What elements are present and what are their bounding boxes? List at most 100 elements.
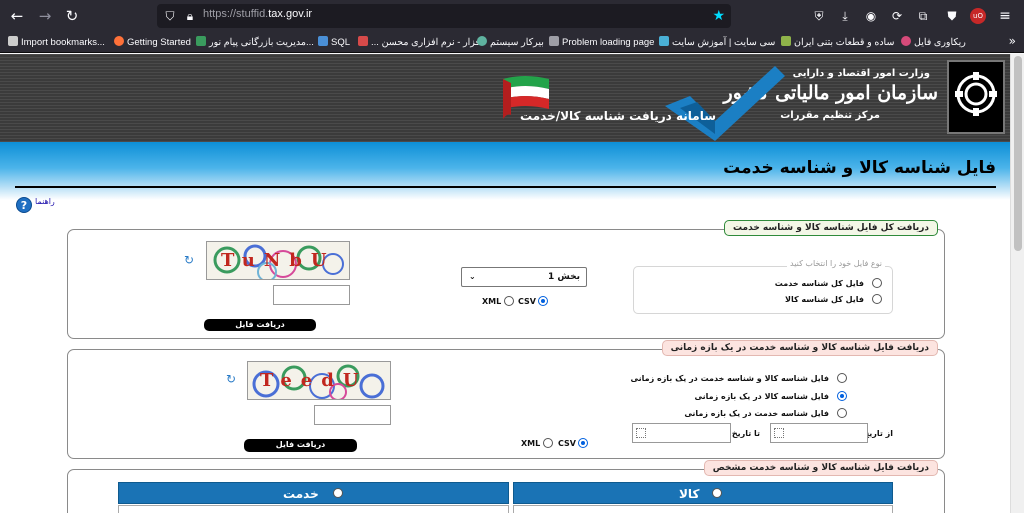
back-icon[interactable]: ← — [6, 5, 28, 27]
label-range-both: فایل شناسه کالا و شناسه خدمت در یک بازه … — [630, 374, 829, 383]
part-select-value: بخش 1 — [548, 272, 580, 282]
specific-file-legend: دریافت فایل شناسه کالا و شناسه خدمت مشخص — [703, 460, 938, 476]
tab-goods[interactable]: کالا — [513, 482, 893, 504]
page-title: فایل شناسه کالا و شناسه خدمت — [723, 158, 996, 178]
scrollbar-thumb[interactable] — [1014, 56, 1022, 251]
label-range-goods: فایل شناسه کالا در یک بازه زمانی — [694, 392, 829, 401]
lock-icon[interactable]: 🔒︎ — [181, 6, 199, 26]
bookmark-import[interactable]: Import bookmarks... — [8, 35, 105, 50]
label-xml-1: XML — [482, 297, 502, 306]
captcha-input-1[interactable] — [273, 285, 350, 305]
browser-toolbar: ← → ↻ ⛉ 🔒︎ https://stuffid.tax.gov.ir ★ … — [0, 0, 1024, 32]
bookmarks-bar: Import bookmarks... Getting Started مدیر… — [0, 32, 1024, 53]
bookmark-concrete[interactable]: ساده و قطعات بتنی ایران — [781, 35, 894, 50]
page-content: وزارت امور اقتصاد و دارایی سازمان امور م… — [0, 54, 1010, 513]
captcha-image-2: TeedU — [247, 361, 391, 400]
bookmark-sql[interactable]: SQL — [318, 35, 350, 50]
shield-icon[interactable]: ⛉ — [161, 6, 179, 26]
radio-service-tab[interactable] — [333, 488, 343, 498]
captcha-text-1: TuNbU — [221, 250, 336, 271]
radio-range-goods[interactable] — [837, 391, 847, 401]
extensions-icon[interactable]: ⧉ — [914, 7, 932, 25]
bookmark-star-icon[interactable]: ★ — [712, 6, 725, 26]
site-icon — [196, 36, 206, 46]
forward-icon[interactable]: → — [34, 5, 56, 27]
refresh-captcha-icon[interactable]: ↻ — [184, 253, 194, 267]
site-icon — [477, 36, 487, 46]
from-date-input[interactable] — [770, 423, 868, 443]
shield-extension-icon[interactable]: ⛊ — [943, 7, 961, 25]
label-csv-1: CSV — [518, 297, 536, 306]
page-icon — [549, 36, 559, 46]
site-icon — [659, 36, 669, 46]
tab-service-label: خدمت — [283, 487, 319, 501]
title-divider — [15, 186, 996, 188]
site-icon — [358, 36, 368, 46]
download-button-1[interactable]: دریافت فایل — [204, 319, 316, 331]
service-panel — [118, 505, 509, 513]
header-banner: وزارت امور اقتصاد و دارایی سازمان امور م… — [0, 54, 1010, 142]
sync-icon[interactable]: ⟳ — [888, 7, 906, 25]
radio-range-service[interactable] — [837, 408, 847, 418]
ublock-icon[interactable]: uO — [970, 8, 986, 24]
system-title: سامانه دریافت شناسه کالا/خدمت — [520, 109, 716, 123]
firefox-icon — [114, 36, 124, 46]
url-text[interactable]: https://stuffid.tax.gov.ir — [203, 8, 312, 20]
download-icon[interactable]: ⤓ — [836, 7, 854, 25]
captcha-text-2: TeedU — [260, 370, 368, 391]
radio-xml-1[interactable] — [504, 296, 514, 306]
radio-goods-tab[interactable] — [712, 488, 722, 498]
label-full-service: فایل کل شناسه خدمت — [774, 279, 864, 288]
site-icon — [901, 36, 911, 46]
emblem-icon — [955, 72, 997, 116]
radio-full-service[interactable] — [872, 278, 882, 288]
tab-service[interactable]: خدمت — [118, 482, 509, 504]
tax-org-logo — [947, 60, 1005, 134]
reload-icon[interactable]: ↻ — [61, 5, 83, 27]
radio-csv-1[interactable] — [538, 296, 548, 306]
calendar-icon[interactable] — [774, 428, 784, 438]
part-select[interactable]: بخش 1 ⌄ — [461, 267, 587, 287]
ministry-name: وزارت امور اقتصاد و دارایی — [792, 68, 930, 79]
radio-xml-2[interactable] — [543, 438, 553, 448]
tab-goods-label: کالا — [679, 487, 700, 501]
menu-icon[interactable]: ≡ — [996, 7, 1014, 25]
bookmark-problem-loading[interactable]: Problem loading page — [549, 35, 654, 50]
help-icon[interactable]: ? — [16, 197, 32, 213]
url-bar[interactable]: ⛉ 🔒︎ https://stuffid.tax.gov.ir ★ — [157, 4, 731, 28]
label-range-service: فایل شناسه خدمت در یک بازه زمانی — [684, 409, 829, 418]
bookmark-payam-noor[interactable]: مدیریت بازرگانی پیام نور... — [196, 35, 314, 50]
checkmark-graphic — [665, 66, 785, 141]
download-button-2[interactable]: دریافت فایل — [244, 439, 357, 452]
file-type-group — [633, 266, 893, 314]
site-icon — [781, 36, 791, 46]
help-link[interactable]: راهنما — [35, 197, 55, 206]
file-type-legend: نوع فایل خود را انتخاب کنید — [787, 259, 885, 268]
org-subtitle: مرکز تنظیم مقررات — [780, 110, 880, 121]
captcha-image-1: TuNbU — [206, 241, 350, 280]
captcha-input-2[interactable] — [314, 405, 391, 425]
calendar-icon[interactable] — [636, 428, 646, 438]
import-icon — [8, 36, 18, 46]
radio-full-goods[interactable] — [872, 294, 882, 304]
bookmark-recovery[interactable]: ریکاوری فایل — [901, 35, 966, 50]
radio-range-both[interactable] — [837, 373, 847, 383]
label-xml-2: XML — [521, 439, 541, 448]
page-scrollbar[interactable] — [1010, 54, 1024, 513]
radio-csv-2[interactable] — [578, 438, 588, 448]
bookmark-getting-started[interactable]: Getting Started — [114, 35, 191, 50]
refresh-captcha-icon[interactable]: ↻ — [226, 372, 236, 386]
site-icon — [318, 36, 328, 46]
bookmark-site-training[interactable]: سی سایت | آموزش سایت — [659, 35, 775, 50]
to-date-input[interactable] — [632, 423, 731, 443]
full-file-legend: دریافت کل فایل شناسه کالا و شناسه خدمت — [724, 220, 938, 236]
account-icon[interactable]: ◉ — [862, 7, 880, 25]
label-csv-2: CSV — [558, 439, 576, 448]
pocket-icon[interactable]: ⛨ — [810, 7, 828, 25]
label-full-goods: فایل کل شناسه کالا — [784, 295, 864, 304]
to-date-label: تا تاریخ — [731, 429, 760, 438]
chevron-down-icon: ⌄ — [469, 272, 476, 281]
bookmark-mohsen[interactable]: ... افزار - نرم افزاری محسن — [358, 35, 483, 50]
bookmark-system[interactable]: بیرکار سیستم — [477, 35, 544, 50]
bookmarks-overflow-icon[interactable]: » — [1009, 34, 1016, 48]
